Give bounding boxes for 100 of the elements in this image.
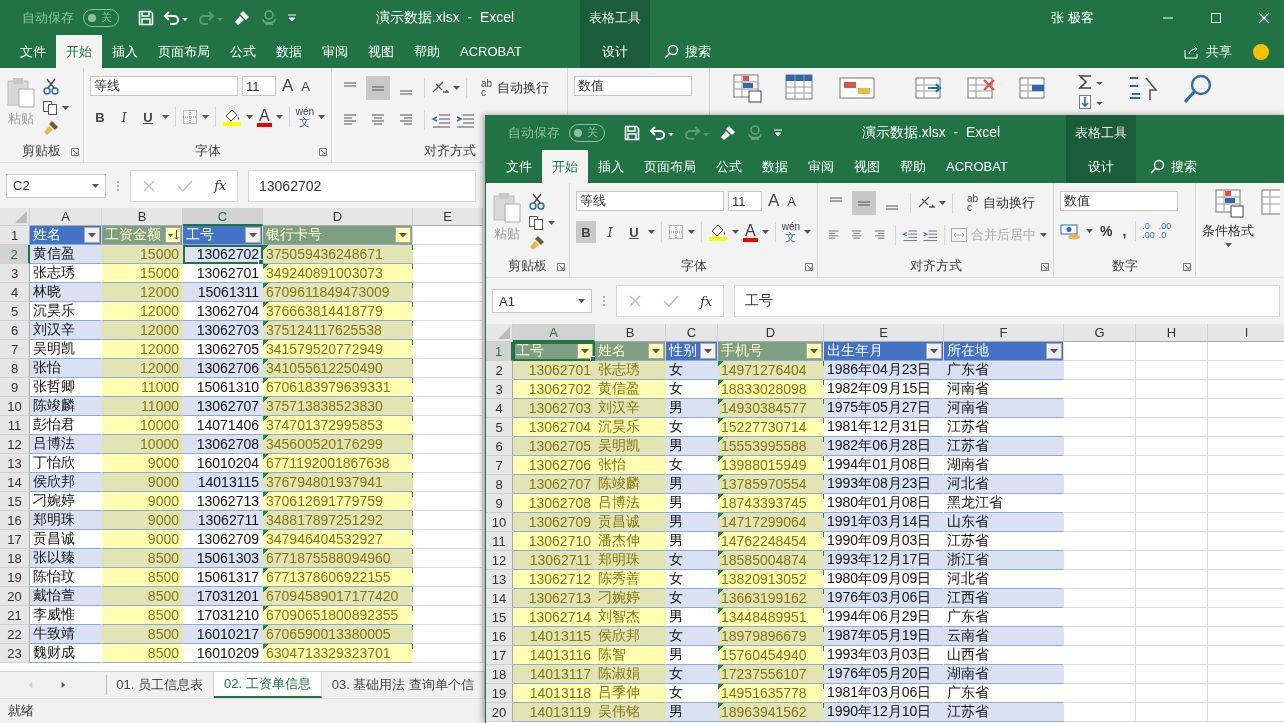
number-format-field[interactable]: 数值 <box>1060 191 1178 211</box>
row-header[interactable]: 17 <box>0 530 30 549</box>
ribbon-tab[interactable]: 帮助 <box>404 35 450 68</box>
ribbon-tab[interactable]: 页面布局 <box>148 35 220 68</box>
row-header[interactable]: 11 <box>486 532 513 551</box>
formula-input[interactable]: 13062702 <box>248 169 476 202</box>
fill-down-icon[interactable] <box>1078 94 1104 110</box>
sort-filter-icon[interactable] <box>165 227 181 243</box>
ribbon-tab[interactable]: 设计 <box>580 35 650 68</box>
ribbon-tab[interactable]: 帮助 <box>890 150 936 183</box>
row-header[interactable]: 23 <box>0 644 30 663</box>
font-name-field[interactable]: 等线 <box>90 76 238 96</box>
caret-icon[interactable] <box>648 230 655 234</box>
font-style-button[interactable]: U <box>624 221 644 243</box>
next-sheet-icon[interactable] <box>60 680 66 690</box>
close-icon[interactable] <box>1258 11 1270 24</box>
ribbon-tab[interactable]: 开始 <box>542 150 588 183</box>
font-color-button[interactable]: A <box>743 222 758 242</box>
insert-function-button[interactable]: fx <box>214 178 227 193</box>
name-box[interactable]: C2 <box>6 173 106 198</box>
row-header[interactable]: 18 <box>486 665 513 684</box>
row-header[interactable]: 1 <box>486 342 513 361</box>
search-icon[interactable] <box>1182 74 1214 104</box>
row-header[interactable]: 13 <box>486 570 513 589</box>
number-format-field[interactable]: 数值 <box>574 76 692 96</box>
feedback-icon[interactable] <box>1252 42 1270 61</box>
row-header[interactable]: 4 <box>486 399 513 418</box>
row-header[interactable]: 10 <box>486 513 513 532</box>
ribbon-tab[interactable]: 审阅 <box>798 150 844 183</box>
font-size-field[interactable]: 11 <box>728 191 762 211</box>
sum-icon[interactable] <box>1078 74 1104 90</box>
filter-dropdown-icon[interactable] <box>395 227 411 243</box>
font-style-button[interactable]: B <box>576 221 596 243</box>
row-header[interactable]: 7 <box>486 456 513 475</box>
ribbon-tab[interactable]: 页面布局 <box>634 150 706 183</box>
filter-dropdown-icon[interactable] <box>84 227 100 243</box>
row-header[interactable]: 8 <box>486 475 513 494</box>
font-name-field[interactable]: 等线 <box>576 191 724 211</box>
caret-icon[interactable] <box>761 230 769 234</box>
fill-color-icon[interactable] <box>708 223 728 241</box>
increase-indent-icon[interactable] <box>922 227 939 243</box>
filter-dropdown-icon[interactable] <box>577 343 593 359</box>
column-header[interactable]: B <box>595 324 666 342</box>
row-header[interactable]: 5 <box>486 418 513 437</box>
customize-icon[interactable] <box>773 127 783 138</box>
ribbon-tab[interactable]: 视图 <box>358 35 404 68</box>
row-header[interactable]: 22 <box>0 625 30 644</box>
column-header[interactable]: E <box>824 324 944 342</box>
filter-dropdown-icon[interactable] <box>700 343 716 359</box>
caret-icon[interactable] <box>688 230 695 234</box>
dialog-launcher-icon[interactable] <box>557 263 565 271</box>
format-painter-icon[interactable] <box>719 124 737 141</box>
format-painter-icon[interactable] <box>233 9 251 26</box>
caret-icon[interactable] <box>732 230 739 234</box>
row-header[interactable]: 14 <box>486 589 513 608</box>
caret-icon[interactable] <box>62 106 69 110</box>
user-name[interactable]: 张 极客 <box>1051 8 1094 27</box>
column-header[interactable]: B <box>102 208 183 226</box>
currency-icon[interactable] <box>1060 222 1082 240</box>
format-painter-icon[interactable] <box>42 120 60 136</box>
font-color-button[interactable]: A <box>257 107 272 127</box>
format-painter-icon[interactable] <box>528 235 546 251</box>
row-header[interactable]: 19 <box>0 568 30 587</box>
comma-button[interactable]: , <box>1119 223 1130 239</box>
column-header[interactable]: D <box>263 208 413 226</box>
ribbon-tab[interactable]: 插入 <box>588 150 634 183</box>
decimal-button[interactable]: .0 .00 <box>1142 222 1155 240</box>
undo-icon[interactable] <box>163 9 189 26</box>
dialog-launcher-icon[interactable] <box>805 263 813 271</box>
share-button[interactable]: 共享 <box>1184 35 1232 68</box>
caret-icon[interactable] <box>1040 233 1047 237</box>
decimal-button[interactable]: .00 .0 <box>1158 222 1172 240</box>
filter-dropdown-icon[interactable] <box>1046 343 1062 359</box>
ribbon-tab[interactable]: 数据 <box>266 35 312 68</box>
decrease-indent-icon[interactable] <box>431 112 451 128</box>
caret-icon[interactable] <box>92 183 99 188</box>
row-header[interactable]: 16 <box>0 511 30 530</box>
row-header[interactable]: 18 <box>0 549 30 568</box>
font-style-button[interactable]: U <box>138 106 158 128</box>
caret-icon[interactable] <box>275 115 283 119</box>
column-header[interactable]: D <box>718 324 824 342</box>
restore-icon[interactable] <box>1210 11 1222 24</box>
row-header[interactable]: 5 <box>0 302 30 321</box>
column-header[interactable]: G <box>1064 324 1136 342</box>
insert-function-button[interactable]: fx <box>700 293 713 309</box>
ribbon-tab[interactable]: 设计 <box>1066 150 1136 183</box>
undo-icon[interactable] <box>649 124 675 141</box>
font-size-field[interactable]: 11 <box>242 76 276 96</box>
dialog-launcher-icon[interactable] <box>319 148 327 156</box>
save-icon[interactable] <box>624 124 640 141</box>
caret-icon[interactable] <box>804 230 812 234</box>
filter-dropdown-icon[interactable] <box>245 227 261 243</box>
row-header[interactable]: 15 <box>0 492 30 511</box>
cut-icon[interactable] <box>42 78 60 96</box>
caret-icon[interactable] <box>578 299 585 303</box>
caret-icon[interactable] <box>453 86 460 90</box>
column-header[interactable]: I <box>1208 324 1284 342</box>
caret-icon[interactable] <box>246 115 253 119</box>
row-header[interactable]: 3 <box>0 264 30 283</box>
cut-icon[interactable] <box>528 193 546 211</box>
